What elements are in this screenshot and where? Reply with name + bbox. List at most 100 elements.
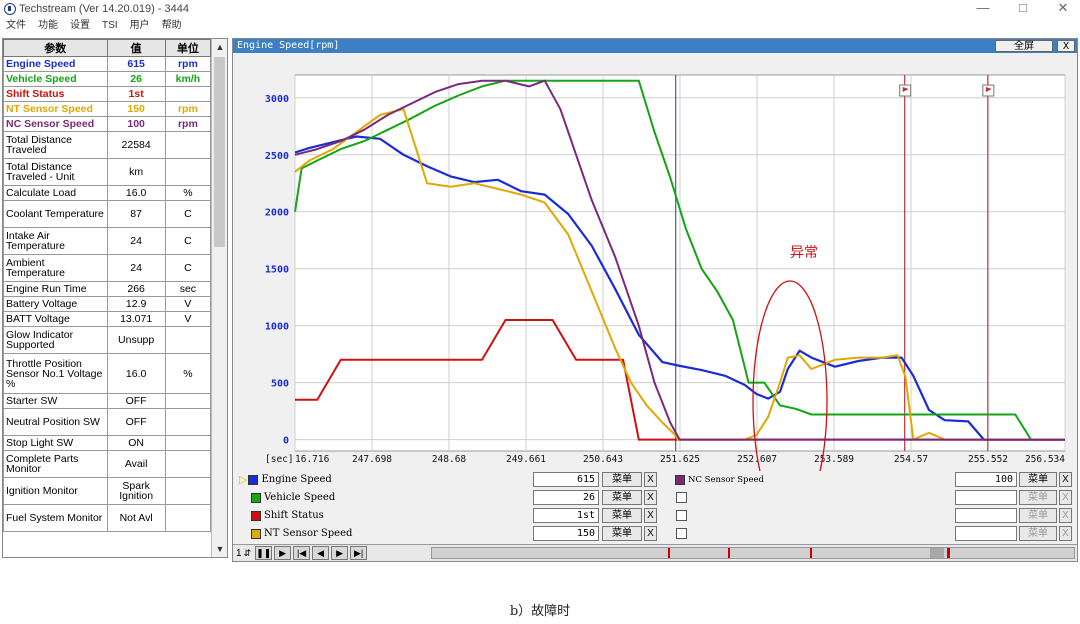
param-unit xyxy=(164,326,212,354)
step-forward-icon[interactable]: ▶| xyxy=(350,546,368,560)
graph-panel: Engine Speed[rpm] 全屏 X 0 500 1000 1500 2000 2… xyxy=(232,38,1078,562)
table-row[interactable]: Stop Light SW ON xyxy=(3,435,212,451)
series2-menu-button[interactable]: 菜单 xyxy=(1019,526,1057,541)
param-name: Ignition Monitor xyxy=(3,477,108,505)
legend-value-field: 26 xyxy=(533,490,599,505)
series-remove-button[interactable]: X xyxy=(644,490,657,505)
param-name: Neutral Position SW xyxy=(3,408,108,436)
x-tick-label: 250.643 xyxy=(583,454,623,465)
series2-remove-button[interactable]: X xyxy=(1059,526,1072,541)
series2-remove-button[interactable]: X xyxy=(1059,490,1072,505)
table-row[interactable]: Total Distance Traveled - Unit km xyxy=(3,158,212,186)
table-row[interactable]: NC Sensor Speed 100 rpm xyxy=(3,116,212,132)
table-row[interactable]: Calculate Load 16.0% xyxy=(3,185,212,201)
table-row[interactable]: Battery Voltage 12.9 V xyxy=(3,296,212,312)
menu-user[interactable]: 用户 xyxy=(124,18,156,34)
legend-item[interactable]: ▷ Engine Speed xyxy=(239,471,332,488)
param-value: 1st xyxy=(106,86,166,102)
timeline-slider[interactable] xyxy=(431,547,1075,559)
table-row[interactable]: Fuel System Monitor Not Avl xyxy=(3,504,212,532)
legend-item[interactable]: Shift Status xyxy=(251,507,324,524)
table-row[interactable]: Engine Run Time 266 sec xyxy=(3,281,212,297)
param-name: Vehicle Speed xyxy=(3,71,108,87)
table-row[interactable]: BATT Voltage 13.071 V xyxy=(3,311,212,327)
menu-function[interactable]: 功能 xyxy=(32,18,64,34)
table-row[interactable]: Shift Status 1st xyxy=(3,86,212,102)
x-tick-label: 16.716 xyxy=(295,454,330,465)
graph-header: Engine Speed[rpm] 全屏 X xyxy=(233,39,1077,53)
table-row[interactable]: Vehicle Speed 26 km/h xyxy=(3,71,212,87)
menu-file[interactable]: 文件 xyxy=(0,18,32,34)
close-window-icon[interactable]: ✕ xyxy=(1056,0,1070,16)
param-name: Total Distance Traveled xyxy=(3,131,108,159)
pause-icon[interactable]: ❚❚ xyxy=(255,546,273,560)
table-row[interactable]: Ignition Monitor Spark Ignition xyxy=(3,477,212,505)
rewind-icon[interactable]: ◀ xyxy=(312,546,330,560)
menu-settings[interactable]: 设置 xyxy=(64,18,96,34)
series-remove-button[interactable]: X xyxy=(644,526,657,541)
legend-swatch xyxy=(248,474,259,485)
legend-item[interactable]: NT Sensor Speed xyxy=(251,525,352,542)
table-scrollbar[interactable]: ▲ ▼ xyxy=(211,39,227,557)
forward-icon[interactable]: ▶ xyxy=(331,546,349,560)
param-value: 13.071 xyxy=(106,311,166,327)
series-menu-button[interactable]: 菜单 xyxy=(602,472,642,487)
menu-tsi[interactable]: TSI xyxy=(96,18,124,34)
table-row[interactable]: Intake Air Temperature 24 C xyxy=(3,227,212,255)
table-row[interactable]: Throttle Position Sensor No.1 Voltage % 1… xyxy=(3,353,212,394)
timeline-thumb[interactable] xyxy=(930,548,944,558)
legend-item[interactable]: NC Sensor Speed xyxy=(675,471,764,488)
header-parameter[interactable]: 参数 xyxy=(3,39,108,57)
table-row[interactable]: Glow Indicator Supported Unsupp xyxy=(3,326,212,354)
graph-close-button[interactable]: X xyxy=(1057,40,1075,52)
table-row[interactable]: Complete Parts Monitor Avail xyxy=(3,450,212,478)
step-back-icon[interactable]: |◀ xyxy=(293,546,311,560)
line-chart[interactable]: 0 500 1000 1500 2000 2500 3000 16.716 247.698 248… xyxy=(233,53,1077,471)
param-value: Spark Ignition xyxy=(106,477,166,505)
series2-remove-button[interactable]: X xyxy=(1059,508,1072,523)
table-row[interactable]: Starter SW OFF xyxy=(3,393,212,409)
series2-remove-button[interactable]: X xyxy=(1059,472,1072,487)
legend-item[interactable]: Vehicle Speed xyxy=(251,489,335,506)
header-value[interactable]: 值 xyxy=(106,39,166,57)
scroll-up-icon[interactable]: ▲ xyxy=(212,39,227,55)
series2-menu-button[interactable]: 菜单 xyxy=(1019,472,1057,487)
play-icon[interactable]: ▶ xyxy=(274,546,292,560)
x-tick-label: 248.68 xyxy=(432,454,467,465)
x-tick-label: 251.625 xyxy=(660,454,700,465)
series-checkbox[interactable] xyxy=(676,510,687,521)
maximize-icon[interactable]: □ xyxy=(1016,0,1030,16)
minimize-icon[interactable]: — xyxy=(976,0,990,16)
param-unit: rpm xyxy=(164,116,212,132)
param-unit xyxy=(164,408,212,436)
param-value: 16.0 xyxy=(106,353,166,394)
table-row[interactable]: Total Distance Traveled 22584 xyxy=(3,131,212,159)
page-stepper-icon[interactable]: ⇵ xyxy=(244,548,252,559)
param-name: Intake Air Temperature xyxy=(3,227,108,255)
series-checkbox[interactable] xyxy=(676,528,687,539)
series2-menu-button[interactable]: 菜单 xyxy=(1019,508,1057,523)
table-row[interactable]: Neutral Position SW OFF xyxy=(3,408,212,436)
param-name: Stop Light SW xyxy=(3,435,108,451)
series-remove-button[interactable]: X xyxy=(644,508,657,523)
series-remove-button[interactable]: X xyxy=(644,472,657,487)
header-unit[interactable]: 单位 xyxy=(164,39,212,57)
param-unit: sec xyxy=(164,281,212,297)
series-menu-button[interactable]: 菜单 xyxy=(602,526,642,541)
param-value: Unsupp xyxy=(106,326,166,354)
series-checkbox[interactable] xyxy=(676,492,687,503)
table-row[interactable]: Coolant Temperature 87 C xyxy=(3,200,212,228)
table-row[interactable]: NT Sensor Speed 150 rpm xyxy=(3,101,212,117)
scroll-thumb[interactable] xyxy=(214,57,225,247)
series2-menu-button[interactable]: 菜单 xyxy=(1019,490,1057,505)
param-name: BATT Voltage xyxy=(3,311,108,327)
series-menu-button[interactable]: 菜单 xyxy=(602,490,642,505)
scroll-down-icon[interactable]: ▼ xyxy=(212,541,227,557)
y-tick-label: 2000 xyxy=(265,208,289,219)
table-row[interactable]: Engine Speed 615 rpm xyxy=(3,56,212,72)
parameter-table: 参数 值 单位 Engine Speed 615 rpm Vehicle Speed 2… xyxy=(3,39,212,532)
table-row[interactable]: Ambient Temperature 24 C xyxy=(3,254,212,282)
fullscreen-button[interactable]: 全屏 xyxy=(995,40,1053,52)
menu-help[interactable]: 帮助 xyxy=(156,18,188,34)
series-menu-button[interactable]: 菜单 xyxy=(602,508,642,523)
